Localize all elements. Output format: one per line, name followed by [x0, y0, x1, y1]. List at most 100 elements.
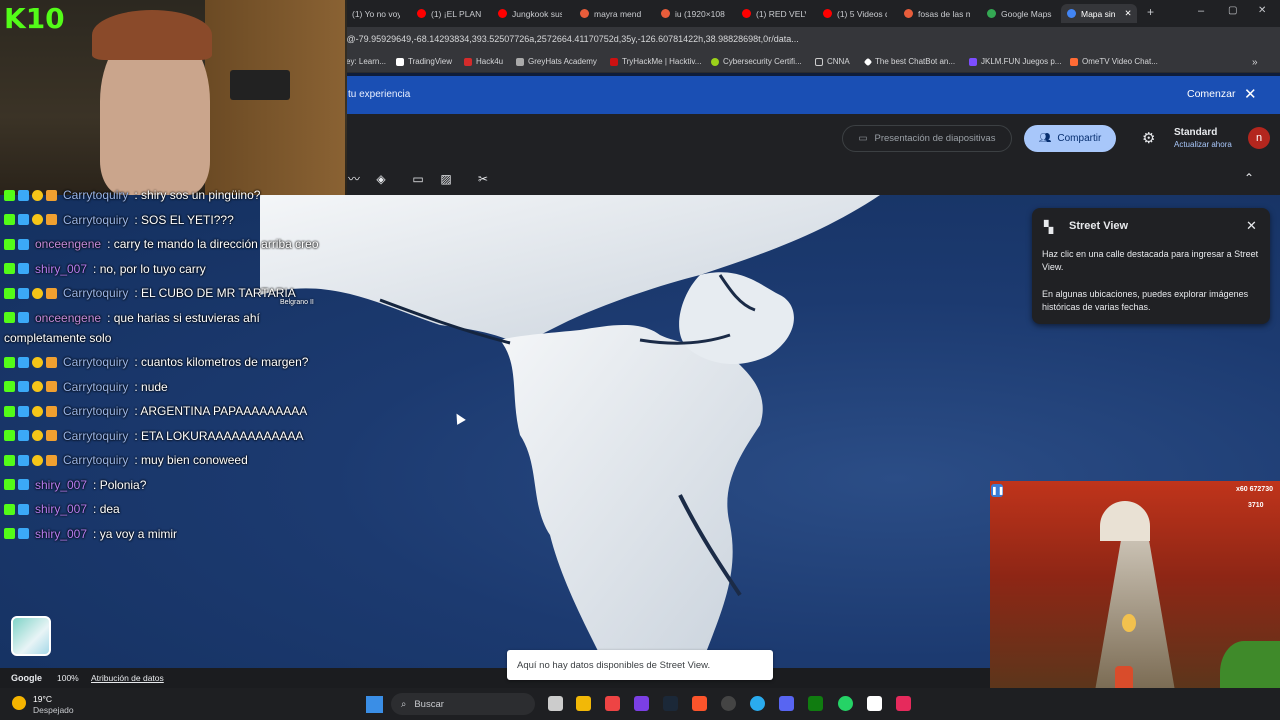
chat-username[interactable]: shiry_007 — [35, 262, 87, 276]
chat-username[interactable]: Carrytoquiry — [63, 404, 128, 418]
steam-icon[interactable] — [663, 696, 678, 711]
slideshow-button[interactable]: ▭ Presentación de diapositivas — [842, 125, 1012, 152]
url-field[interactable]: /@-79.95929649,-68.14293834,393.52507726… — [344, 34, 799, 44]
tunnel-arch — [1100, 501, 1150, 541]
task-view-icon[interactable] — [548, 696, 563, 711]
chat-username[interactable]: Carrytoquiry — [63, 213, 128, 227]
measure-tool-icon[interactable]: ✂ — [475, 172, 491, 186]
browser-tab[interactable]: Jungkook sus — [498, 4, 562, 23]
sub-badge-icon — [46, 430, 57, 441]
chat-username[interactable]: Carrytoquiry — [63, 453, 128, 467]
chat-username[interactable]: Carrytoquiry — [63, 380, 128, 394]
sub-badge-icon — [46, 356, 57, 368]
close-tab-icon[interactable]: ✕ — [1125, 8, 1132, 19]
upgrade-link[interactable]: Actualizar ahora — [1174, 140, 1232, 149]
layers-icon[interactable]: ◈ — [373, 172, 389, 186]
telegram-icon[interactable] — [750, 696, 765, 711]
settings-gear-icon[interactable]: ⚙ — [1142, 129, 1155, 147]
share-button[interactable]: 👥︎ Compartir — [1024, 125, 1116, 152]
ometv-icon — [1070, 57, 1078, 66]
browser-tab[interactable]: mayra mend — [580, 4, 644, 23]
bookmark-item[interactable]: The best ChatBot an... — [863, 57, 955, 66]
verified-badge-icon — [18, 503, 29, 515]
app-icon[interactable] — [634, 696, 649, 711]
browser-tab[interactable]: iu (1920×108 — [661, 4, 725, 23]
restore-button[interactable]: ▢ — [1228, 5, 1237, 16]
bookmark-item[interactable]: Cybersecurity Certifi... — [711, 57, 802, 66]
banner-close-icon[interactable]: ✕ — [1244, 85, 1257, 103]
bookmark-item[interactable]: ey: Learn... — [346, 57, 386, 66]
map-style-thumbnail[interactable] — [11, 616, 51, 656]
chat-username[interactable]: shiry_007 — [35, 527, 87, 541]
path-tool-icon[interactable]: 〰 — [346, 172, 362, 186]
browser-tab[interactable]: (1) RED VELVE — [742, 4, 806, 23]
windows-taskbar: 19°C Despejado ⌕ Buscar — [0, 688, 1280, 720]
bookmark-item[interactable]: TradingView — [396, 57, 452, 66]
google-logo: Google — [11, 673, 42, 683]
chat-username[interactable]: shiry_007 — [35, 502, 87, 516]
chat-text: : carry te mando la dirección arriba cre… — [107, 237, 319, 251]
taskbar-search[interactable]: ⌕ Buscar — [391, 693, 535, 715]
youtube-icon — [823, 9, 832, 18]
verified-badge-icon — [18, 454, 29, 466]
ruler-icon[interactable]: ▭ — [410, 172, 426, 186]
chat-username[interactable]: Carrytoquiry — [63, 286, 128, 300]
bookmark-item[interactable]: OmeTV Video Chat... — [1070, 57, 1158, 66]
chat-message: Carrytoquiry: cuantos kilometros de marg… — [4, 355, 308, 369]
whatsapp-icon[interactable] — [838, 696, 853, 711]
browser-tab[interactable]: fosas de las m — [904, 4, 970, 23]
browser-tab-active[interactable]: Mapa sin ✕ — [1061, 4, 1137, 23]
profile-avatar[interactable]: n — [1248, 127, 1270, 149]
verified-badge-icon — [18, 238, 29, 250]
browser-tab[interactable]: Google Maps — [987, 4, 1053, 23]
maps-pin-icon — [987, 9, 996, 18]
chatbot-icon — [863, 57, 873, 66]
verified-badge-icon — [18, 214, 29, 225]
browser-tab[interactable]: (1) 5 Videos d — [823, 4, 887, 23]
collapse-chevron-icon[interactable]: ⌃ — [1244, 171, 1254, 185]
bookmark-item[interactable]: JKLM.FUN Juegos p... — [969, 57, 1061, 66]
app-icon[interactable] — [867, 696, 882, 711]
browser-tab[interactable]: (1) Yo no voy — [338, 4, 400, 23]
new-tab-button[interactable]: + — [1147, 5, 1154, 19]
street-view-close-icon[interactable]: ✕ — [1246, 218, 1257, 234]
tiktok-icon[interactable] — [896, 696, 911, 711]
verified-badge-icon — [18, 405, 29, 417]
chat-username[interactable]: Carrytoquiry — [63, 355, 128, 369]
chat-username[interactable]: onceengene — [35, 311, 101, 325]
verified-badge-icon — [18, 381, 29, 392]
bookmark-item[interactable]: Hack4u — [464, 57, 503, 66]
browser-tab[interactable]: (1) ¡EL PLANE — [417, 4, 481, 23]
close-window-button[interactable]: ✕ — [1258, 5, 1266, 16]
chat-message: Carrytoquiry: SOS EL YETI??? — [4, 213, 234, 227]
data-attribution-link[interactable]: Atribución de datos — [91, 673, 164, 683]
bookmark-item[interactable]: CNNA — [815, 57, 850, 66]
brave-icon[interactable] — [692, 696, 707, 711]
windows-start-icon[interactable] — [366, 696, 383, 713]
start-button[interactable]: Comenzar — [1187, 88, 1235, 100]
file-explorer-icon[interactable] — [576, 696, 591, 711]
chat-username[interactable]: shiry_007 — [35, 478, 87, 492]
minimize-button[interactable]: – — [1198, 5, 1204, 17]
kick-badge-icon — [4, 356, 15, 368]
add-image-icon[interactable]: ▨ — [438, 172, 454, 186]
bookmark-item[interactable]: GreyHats Academy — [516, 57, 597, 66]
xbox-icon[interactable] — [808, 696, 823, 711]
app-icon[interactable] — [605, 696, 620, 711]
more-bookmarks-icon[interactable]: » — [1252, 57, 1258, 68]
github-icon[interactable] — [721, 696, 736, 711]
chat-message: Carrytoquiry: muy bien conoweed — [4, 453, 248, 467]
bookmark-item[interactable]: TryHackMe | Hacktiv... — [610, 57, 701, 66]
kick-logo: K10 — [4, 2, 65, 35]
chat-text: : Polonia? — [93, 477, 147, 492]
chat-message: Carrytoquiry: shiry sos un pingüino? — [4, 188, 260, 202]
chat-username[interactable]: onceengene — [35, 237, 101, 251]
street-view-card: ▚ Street View ✕ Haz clic en una calle de… — [1032, 208, 1270, 324]
chat-message: Carrytoquiry: EL CUBO DE MR TARTARIA — [4, 286, 296, 300]
gift-badge-icon — [32, 214, 43, 225]
chat-username[interactable]: Carrytoquiry — [63, 429, 128, 443]
chat-username[interactable]: Carrytoquiry — [63, 188, 128, 202]
weather-temperature[interactable]: 19°C — [33, 694, 52, 704]
chat-message: shiry_007: ya voy a mimir — [4, 527, 177, 541]
discord-icon[interactable] — [779, 696, 794, 711]
